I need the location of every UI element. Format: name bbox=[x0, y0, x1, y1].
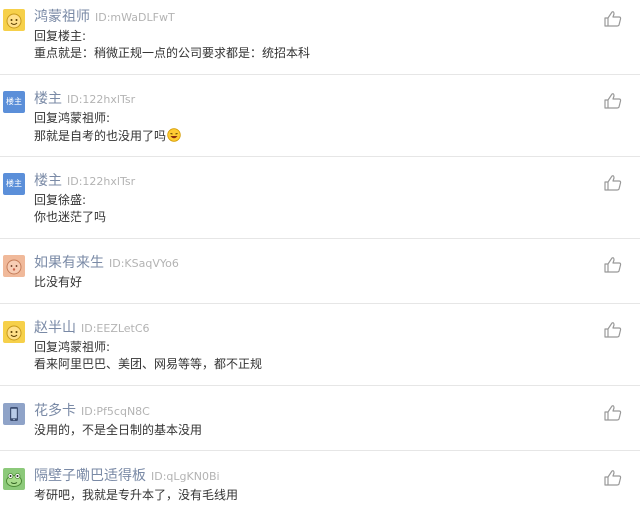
username[interactable]: 赵半山 bbox=[34, 320, 76, 336]
smiley-face-icon bbox=[6, 325, 22, 341]
smiley-face-icon bbox=[6, 13, 22, 29]
reply-to-label: 回复鸿蒙祖师: bbox=[34, 111, 111, 125]
user-avatar[interactable] bbox=[3, 9, 25, 31]
username[interactable]: 楼主 bbox=[34, 91, 62, 107]
avatar-label: 楼主 bbox=[6, 179, 22, 188]
comment-text: 比没有好 bbox=[34, 275, 83, 289]
comment-item: 楼主 楼主 ID:122hxlTsr 回复鸿蒙祖师: 那就是自考的也没用了吗 bbox=[0, 75, 640, 157]
user-id: ID:122hxlTsr bbox=[67, 93, 136, 106]
user-avatar[interactable] bbox=[3, 321, 25, 343]
phone-icon bbox=[10, 407, 18, 421]
user-id: ID:122hxlTsr bbox=[67, 175, 136, 188]
username[interactable]: 隔壁子嘞巴适得板 bbox=[34, 468, 146, 484]
thumbs-up-icon[interactable] bbox=[603, 255, 623, 275]
comment-item: 隔壁子嘞巴适得板 ID:qLgKN0Bi 考研吧，我就是专升本了，没有毛线用 bbox=[0, 451, 640, 518]
comment-meta: 花多卡 ID:Pf5cqN8C bbox=[34, 402, 150, 420]
user-avatar[interactable] bbox=[3, 255, 25, 277]
user-id: ID:EEZLetC6 bbox=[81, 322, 150, 335]
username[interactable]: 楼主 bbox=[34, 173, 62, 189]
user-avatar[interactable]: 楼主 bbox=[3, 173, 25, 195]
comment-meta: 隔壁子嘞巴适得板 ID:qLgKN0Bi bbox=[34, 467, 220, 485]
comment-meta: 如果有来生 ID:KSaqVYo6 bbox=[34, 254, 179, 272]
user-id: ID:KSaqVYo6 bbox=[109, 257, 179, 270]
comment-meta: 鸿蒙祖师 ID:mWaDLFwT bbox=[34, 8, 175, 26]
comment-text: 考研吧，我就是专升本了，没有毛线用 bbox=[34, 488, 239, 502]
user-avatar[interactable] bbox=[3, 403, 25, 425]
comment-text: 看来阿里巴巴、美团、网易等等，都不正规 bbox=[34, 357, 263, 371]
comment-text: 重点就是：稍微正规一点的公司要求都是：统招本科 bbox=[34, 46, 311, 60]
comment-text-wrap: 那就是自考的也没用了吗 bbox=[34, 128, 181, 143]
laughing-emoji-icon bbox=[167, 128, 181, 142]
reply-to-label: 回复楼主: bbox=[34, 29, 87, 43]
reply-to-label: 回复徐盛: bbox=[34, 193, 87, 207]
user-id: ID:qLgKN0Bi bbox=[151, 470, 220, 483]
comment-item: 楼主 楼主 ID:122hxlTsr 回复徐盛: 你也迷茫了吗 bbox=[0, 157, 640, 239]
thumbs-up-icon[interactable] bbox=[603, 9, 623, 29]
user-avatar[interactable]: 楼主 bbox=[3, 91, 25, 113]
comment-item: 鸿蒙祖师 ID:mWaDLFwT 回复楼主: 重点就是：稍微正规一点的公司要求都是… bbox=[0, 0, 640, 75]
comment-text: 你也迷茫了吗 bbox=[34, 210, 107, 224]
avatar-label: 楼主 bbox=[6, 97, 22, 106]
peach-face-icon bbox=[6, 259, 22, 275]
username[interactable]: 鸿蒙祖师 bbox=[34, 9, 90, 25]
reply-to-label: 回复鸿蒙祖师: bbox=[34, 340, 111, 354]
thumbs-up-icon[interactable] bbox=[603, 320, 623, 340]
comment-item: 花多卡 ID:Pf5cqN8C 没用的，不是全日制的基本没用 bbox=[0, 386, 640, 451]
comment-item: 如果有来生 ID:KSaqVYo6 比没有好 bbox=[0, 239, 640, 304]
thumbs-up-icon[interactable] bbox=[603, 403, 623, 423]
user-avatar[interactable] bbox=[3, 468, 25, 490]
thumbs-up-icon[interactable] bbox=[603, 91, 623, 111]
comment-text: 那就是自考的也没用了吗 bbox=[34, 129, 167, 143]
frog-icon bbox=[6, 473, 22, 487]
comment-meta: 楼主 ID:122hxlTsr bbox=[34, 172, 135, 190]
comment-meta: 楼主 ID:122hxlTsr bbox=[34, 90, 135, 108]
thumbs-up-icon[interactable] bbox=[603, 468, 623, 488]
user-id: ID:Pf5cqN8C bbox=[81, 405, 150, 418]
comment-item: 赵半山 ID:EEZLetC6 回复鸿蒙祖师: 看来阿里巴巴、美团、网易等等，都不… bbox=[0, 304, 640, 386]
user-id: ID:mWaDLFwT bbox=[95, 11, 175, 24]
username[interactable]: 花多卡 bbox=[34, 403, 76, 419]
username[interactable]: 如果有来生 bbox=[34, 255, 104, 271]
thumbs-up-icon[interactable] bbox=[603, 173, 623, 193]
comment-text: 没用的，不是全日制的基本没用 bbox=[34, 423, 203, 437]
comment-meta: 赵半山 ID:EEZLetC6 bbox=[34, 319, 150, 337]
